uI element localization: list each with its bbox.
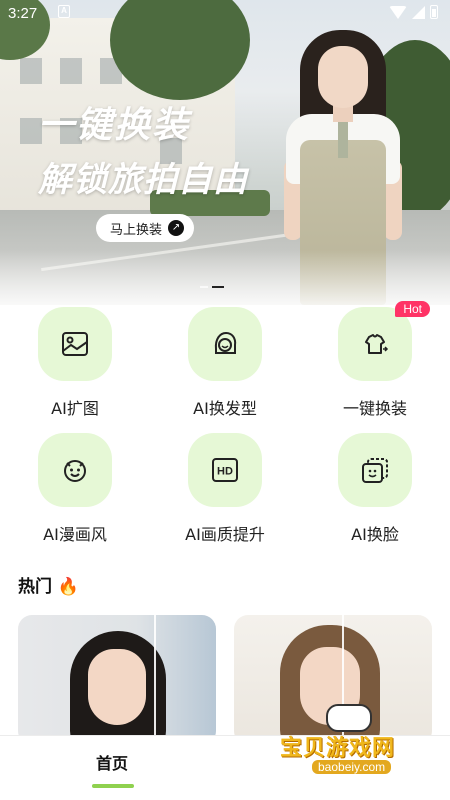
feature-ai-face-swap[interactable]: AI换脸	[305, 433, 445, 545]
tab-home[interactable]: 首页	[84, 750, 140, 774]
try-now-button[interactable]: 马上换装 ↗	[96, 214, 195, 242]
feature-tile[interactable]	[338, 433, 412, 507]
feature-label: AI扩图	[51, 399, 99, 418]
card-portrait	[88, 649, 146, 725]
try-now-label: 马上换装	[110, 222, 163, 238]
outfit-icon	[365, 334, 389, 354]
feature-ai-cartoon[interactable]: AI漫画风	[5, 433, 145, 545]
battery-icon	[430, 5, 438, 19]
banner-headline-line2: 解锁旅拍自由	[38, 160, 248, 200]
feature-label: 一键换装	[342, 399, 407, 418]
feature-label: AI漫画风	[43, 525, 107, 544]
wifi-icon	[389, 5, 407, 19]
watermark-url: baobeiy.com	[312, 760, 392, 774]
feature-tile[interactable]: Hot	[338, 301, 430, 381]
feature-label: AI画质提升	[185, 525, 265, 544]
feature-tile[interactable]	[38, 307, 112, 381]
site-watermark: 宝贝游戏网 baobeiy.com	[276, 700, 426, 790]
carousel-dot	[200, 286, 208, 288]
hairstyle-icon	[214, 331, 237, 354]
feature-label: AI换发型	[193, 399, 257, 418]
feature-tile[interactable]	[38, 433, 112, 507]
signal-icon	[412, 5, 425, 19]
feature-one-click-outfit[interactable]: Hot 一键换装	[305, 301, 445, 419]
tab-active-indicator	[92, 784, 134, 788]
fire-icon: 🔥	[57, 577, 80, 597]
feature-tile[interactable]	[188, 307, 262, 381]
banner-headline-line1: 一键换装	[38, 104, 191, 146]
feature-ai-expand[interactable]: AI扩图	[5, 307, 145, 419]
banner-headline: 一键换装 解锁旅拍自由	[38, 96, 248, 201]
gamepad-icon	[326, 704, 372, 732]
face-swap-icon	[362, 458, 388, 483]
hot-section-label: 热门	[18, 577, 52, 597]
image-icon	[62, 332, 88, 356]
svg-text:HD: HD	[217, 466, 233, 478]
hot-section-title: 热门 🔥	[18, 572, 79, 597]
before-after-divider	[154, 615, 156, 745]
carousel-indicator	[200, 286, 224, 288]
notification-icon: A	[58, 5, 70, 18]
watermark-title: 宝贝游戏网	[280, 736, 396, 761]
feature-ai-quality[interactable]: HD AI画质提升	[155, 433, 295, 545]
arrow-up-right-icon: ↗	[168, 220, 185, 236]
cartoon-face-icon	[64, 460, 86, 482]
feature-ai-hairstyle[interactable]: AI换发型	[155, 307, 295, 419]
status-icons	[389, 5, 438, 19]
hd-icon: HD	[212, 458, 238, 482]
hot-card-hairstyle[interactable]	[18, 615, 216, 745]
feature-label: AI换脸	[351, 525, 399, 544]
hot-badge: Hot	[395, 301, 430, 317]
hero-banner[interactable]: 3:27 A 一键换装 解锁旅拍自由 马上换装 ↗	[0, 0, 450, 305]
status-time: 3:27	[8, 5, 38, 22]
feature-tile[interactable]: HD	[188, 433, 262, 507]
carousel-dot-active	[212, 286, 224, 288]
